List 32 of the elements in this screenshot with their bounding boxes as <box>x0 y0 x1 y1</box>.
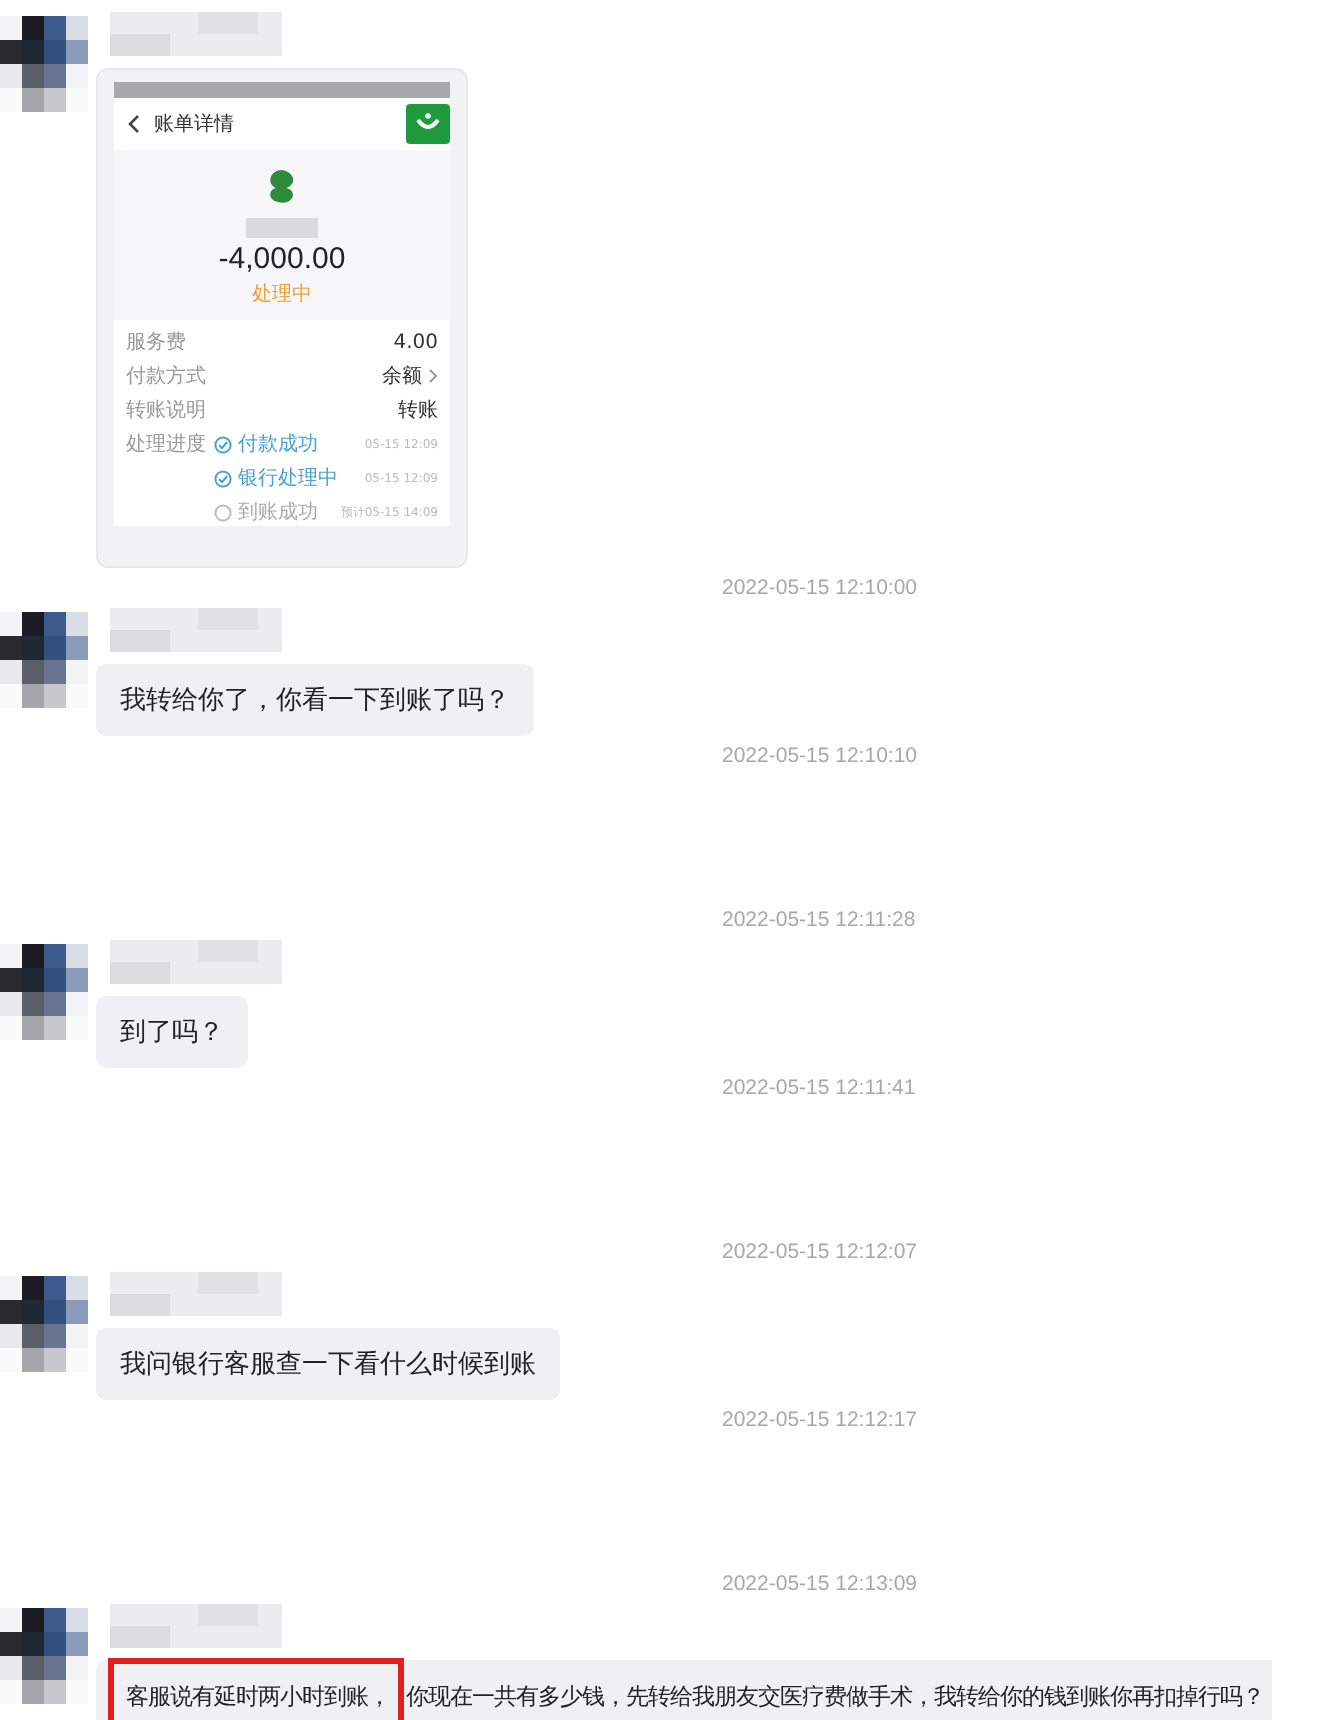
message-text: 我问银行客服查一下看什么时候到账 <box>120 1348 536 1382</box>
timestamp: 2022-05-15 12:13:09 <box>722 1572 917 1596</box>
detail-label: 付款方式 <box>126 363 206 390</box>
avatar-mosaic <box>0 940 88 1040</box>
timestamp: 2022-05-15 12:11:41 <box>722 1076 916 1100</box>
timestamp: 2022-05-15 12:12:07 <box>722 1240 917 1264</box>
status-text: 处理中 <box>252 281 312 308</box>
detail-value: 余额 <box>382 363 422 390</box>
avatar-mosaic <box>0 608 88 708</box>
detail-value: 转账 <box>398 397 438 424</box>
page-title: 账单详情 <box>154 111 236 138</box>
avatar-mosaic <box>0 1272 88 1372</box>
name-mosaic <box>246 218 318 238</box>
step-label: 付款成功 <box>238 431 318 458</box>
detail-label: 处理进度 <box>126 431 206 460</box>
detail-value: 4.00 <box>393 331 438 353</box>
message-text: 到了吗？ <box>120 1016 224 1050</box>
message-text: 客服说有延时两小时到账， 你现在一共有多少钱，先转给我朋友交医疗费做手术，我转给你的钱到账你再扣掉行吗？ <box>108 1657 1264 1720</box>
step-label: 银行处理中 <box>238 465 338 492</box>
chevron-icon <box>428 368 438 384</box>
step-label: 到账成功 <box>238 499 318 526</box>
timestamp: 2022-05-15 12:11:28 <box>722 908 916 932</box>
back-icon <box>126 114 142 134</box>
message-text: 我转给你了，你看一下到账了吗？ <box>120 684 510 718</box>
avatar-mosaic <box>0 12 88 112</box>
timestamp: 2022-05-15 12:12:17 <box>722 1408 917 1432</box>
amount-text: -4,000.00 <box>218 242 346 276</box>
timestamp: 2022-05-15 12:10:10 <box>722 744 917 768</box>
detail-label: 转账说明 <box>126 397 206 424</box>
detail-label: 服务费 <box>126 329 186 356</box>
avatar-mosaic <box>0 1604 88 1704</box>
timestamp: 2022-05-15 12:10:00 <box>722 576 917 600</box>
